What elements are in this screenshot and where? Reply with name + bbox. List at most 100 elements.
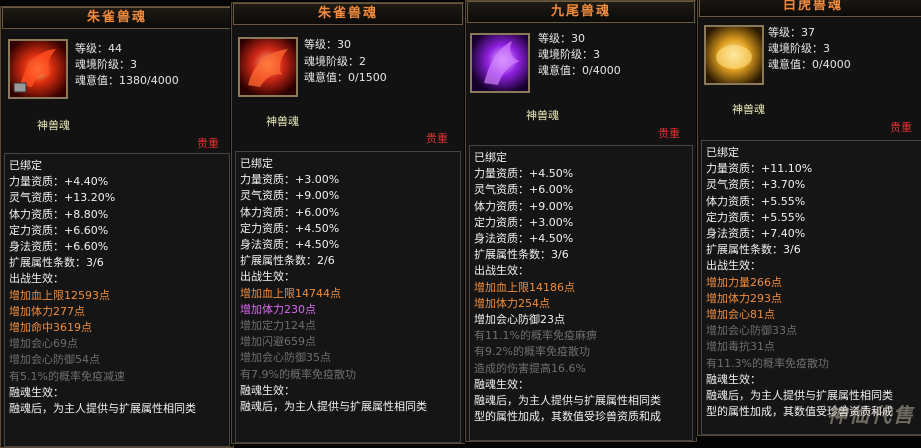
battle-effect-label: 出战生效： <box>240 270 295 284</box>
spirit-text: 魂意值：0/4000 <box>538 64 621 77</box>
effect-line: 增加体力254点 <box>474 296 550 310</box>
aptitude-spirit: 灵气资质：+3.70% <box>706 178 806 192</box>
effect-line: 有11.3%的概率免疫散功 <box>706 356 829 370</box>
effect-line: 有11.1%的概率免疫麻痹 <box>474 329 597 343</box>
bound-status: 已绑定 <box>9 159 42 172</box>
rarity-label: 贵重 <box>197 137 219 150</box>
fusion-description: 融魂后，为主人提供与扩展属性相同类 <box>9 402 196 416</box>
zhuque-soul-icon <box>238 37 298 97</box>
aptitude-stamina: 体力资质：+9.00% <box>474 199 574 213</box>
effect-line: 增加会心防御35点 <box>240 351 331 365</box>
effect-line: 有5.1%的概率免疫减速 <box>9 369 125 383</box>
aptitude-strength: 力量资质：+3.00% <box>240 173 340 187</box>
effect-line: 增加体力230点 <box>240 302 316 316</box>
effect-line: 增加会心防御33点 <box>706 324 797 338</box>
spirit-text: 魂意值：0/1500 <box>304 71 387 84</box>
fusion-description: 融魂后，为主人提供与扩展属性相同类 <box>474 394 661 408</box>
aptitude-focus: 定力资质：+5.55% <box>706 210 806 224</box>
effect-line: 有7.9%的概率免疫散功 <box>240 367 356 381</box>
soul-card-4: 白虎兽魂 等级：37 魂境阶级：3 魂意值：0/4000 神兽魂 贵重 已绑定 … <box>697 0 921 436</box>
level-text: 等级：30 <box>304 38 351 51</box>
fusion-effect-label: 融魂生效： <box>9 385 64 399</box>
aptitude-focus: 定力资质：+4.50% <box>240 221 340 235</box>
aptitude-spirit: 灵气资质：+9.00% <box>240 189 340 203</box>
level-text: 等级：30 <box>538 32 585 45</box>
battle-effect-label: 出战生效： <box>9 272 64 286</box>
effect-line: 增加会心防御54点 <box>9 353 100 367</box>
realm-text: 魂境阶级：3 <box>768 42 830 55</box>
soul-card-2: 朱雀兽魂 等级：30 魂境阶级：2 魂意值：0/1500 神兽魂 贵重 已绑定 … <box>231 2 465 444</box>
effect-line: 增加会心81点 <box>706 308 775 322</box>
realm-text: 魂境阶级：3 <box>75 58 137 71</box>
ext-attribute-count: 扩展属性条数：3/6 <box>706 243 801 257</box>
aptitude-spirit: 灵气资质：+6.00% <box>474 183 574 197</box>
soul-card-1: 朱雀兽魂 等级：44 魂境阶级：3 魂意值：1380/4000 神兽魂 贵重 已… <box>0 6 234 448</box>
attribute-panel: 已绑定 力量资质：+11.10% 灵气资质：+3.70% 体力资质：+5.55%… <box>701 140 921 435</box>
aptitude-strength: 力量资质：+4.40% <box>9 175 109 189</box>
soul-type: 神兽魂 <box>266 115 299 128</box>
aptitude-strength: 力量资质：+4.50% <box>474 167 574 181</box>
level-text: 等级：44 <box>75 42 122 55</box>
baihu-soul-icon <box>704 25 764 85</box>
soul-type: 神兽魂 <box>37 119 70 132</box>
attribute-panel: 已绑定 力量资质：+3.00% 灵气资质：+9.00% 体力资质：+6.00% … <box>235 151 461 443</box>
level-text: 等级：37 <box>768 26 815 39</box>
aptitude-focus: 定力资质：+3.00% <box>474 215 574 229</box>
effect-line: 增加定力124点 <box>240 319 316 333</box>
soul-type: 神兽魂 <box>732 103 765 116</box>
attribute-panel: 已绑定 力量资质：+4.50% 灵气资质：+6.00% 体力资质：+9.00% … <box>469 145 693 441</box>
zhuque-soul-icon <box>8 39 68 99</box>
effect-line: 增加闪避659点 <box>240 335 316 349</box>
card-title: 白虎兽魂 <box>699 0 921 17</box>
aptitude-agility: 身法资质：+4.50% <box>240 238 340 252</box>
bound-status: 已绑定 <box>474 151 507 164</box>
ext-attribute-count: 扩展属性条数：3/6 <box>474 248 569 262</box>
battle-effect-label: 出战生效： <box>706 259 761 273</box>
jiuwei-soul-icon <box>470 33 530 93</box>
effect-line: 增加力量266点 <box>706 275 782 289</box>
effect-line: 增加毒抗31点 <box>706 340 775 354</box>
attribute-panel: 已绑定 力量资质：+4.40% 灵气资质：+13.20% 体力资质：+8.80%… <box>4 153 230 447</box>
effect-line: 增加血上限14744点 <box>240 286 341 300</box>
effect-line: 增加会心防御23点 <box>474 313 565 327</box>
aptitude-stamina: 体力资质：+6.00% <box>240 205 340 219</box>
battle-effect-label: 出战生效： <box>474 264 529 278</box>
spirit-text: 魂意值：1380/4000 <box>75 74 179 87</box>
fusion-effect-label: 融魂生效： <box>240 383 295 397</box>
rarity-label: 贵重 <box>426 132 448 145</box>
fusion-description-2: 型的属性加成，其数值受珍兽资质和成 <box>474 410 661 424</box>
ext-attribute-count: 扩展属性条数：3/6 <box>9 256 104 270</box>
effect-line: 增加体力277点 <box>9 304 85 318</box>
aptitude-focus: 定力资质：+6.60% <box>9 223 109 237</box>
realm-text: 魂境阶级：3 <box>538 48 600 61</box>
aptitude-spirit: 灵气资质：+13.20% <box>9 191 116 205</box>
aptitude-agility: 身法资质：+4.50% <box>474 232 574 246</box>
rarity-label: 贵重 <box>890 121 912 134</box>
effect-line: 造成的伤害提高16.6% <box>474 361 586 375</box>
effect-line: 有9.2%的概率免疫散功 <box>474 345 590 359</box>
aptitude-strength: 力量资质：+11.10% <box>706 162 813 176</box>
realm-text: 魂境阶级：2 <box>304 55 366 68</box>
bound-status: 已绑定 <box>706 146 739 159</box>
effect-line: 增加血上限14186点 <box>474 280 575 294</box>
effect-line: 增加血上限12593点 <box>9 288 110 302</box>
fusion-description: 融魂后，为主人提供与扩展属性相同类 <box>240 400 427 414</box>
soul-card-3: 九尾兽魂 等级：30 魂境阶级：3 魂意值：0/4000 神兽魂 贵重 已绑定 … <box>465 0 697 442</box>
spirit-text: 魂意值：0/4000 <box>768 58 851 71</box>
effect-line: 增加体力293点 <box>706 291 782 305</box>
aptitude-stamina: 体力资质：+5.55% <box>706 194 806 208</box>
card-title: 朱雀兽魂 <box>233 3 463 25</box>
card-title: 九尾兽魂 <box>467 1 695 23</box>
effect-line: 增加会心69点 <box>9 337 78 351</box>
aptitude-agility: 身法资质：+7.40% <box>706 227 806 241</box>
fusion-effect-label: 融魂生效： <box>474 377 529 391</box>
aptitude-stamina: 体力资质：+8.80% <box>9 207 109 221</box>
bound-status: 已绑定 <box>240 157 273 170</box>
card-title: 朱雀兽魂 <box>2 7 232 29</box>
watermark: 神仙代售 <box>827 403 915 427</box>
soul-type: 神兽魂 <box>526 109 559 122</box>
fusion-effect-label: 融魂生效： <box>706 372 761 386</box>
effect-line: 增加命中3619点 <box>9 321 92 335</box>
aptitude-agility: 身法资质：+6.60% <box>9 240 109 254</box>
rarity-label: 贵重 <box>658 127 680 140</box>
